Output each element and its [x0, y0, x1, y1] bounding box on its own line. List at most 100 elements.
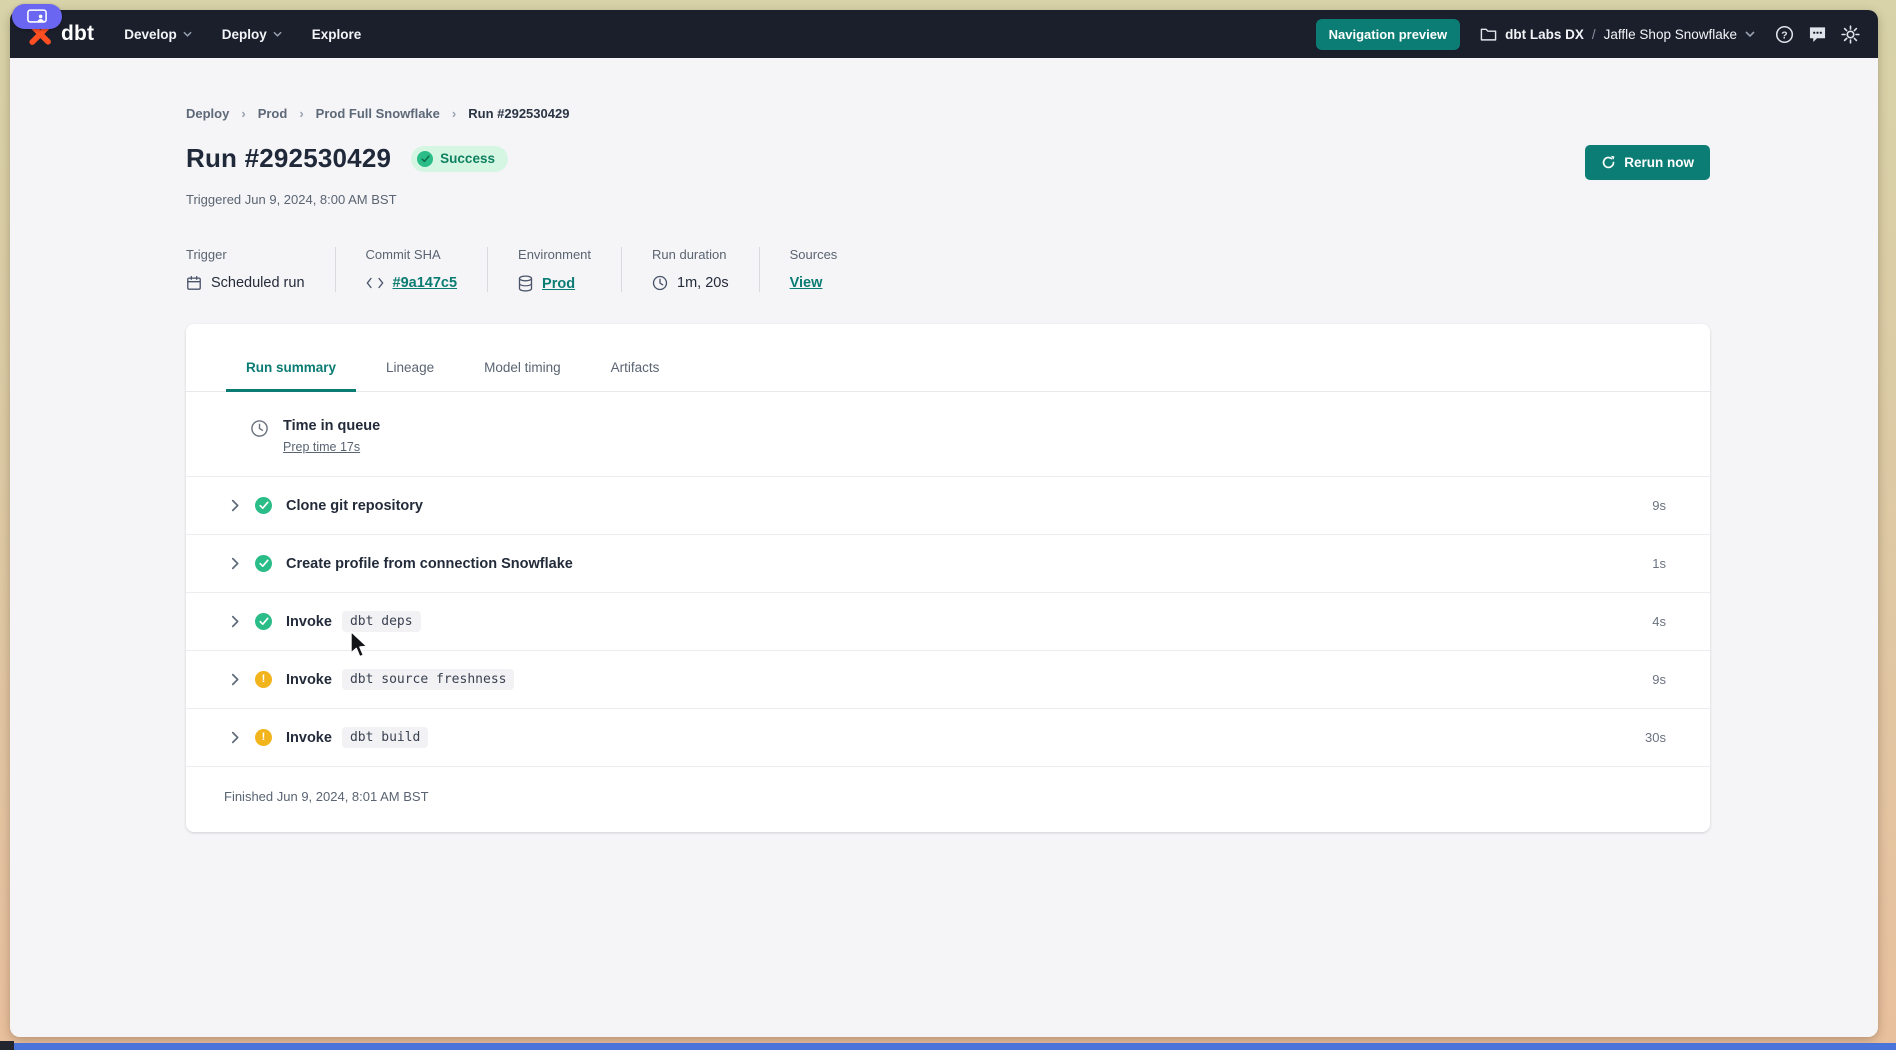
success-check-icon — [255, 555, 272, 572]
triggered-timestamp: Triggered Jun 9, 2024, 8:00 AM BST — [186, 192, 1710, 207]
run-step-row[interactable]: Clone git repository 9s — [186, 476, 1710, 534]
run-step-row[interactable]: Invoke dbt deps 4s — [186, 592, 1710, 650]
step-command-chip: dbt deps — [342, 611, 421, 632]
chevron-right-icon[interactable] — [231, 615, 240, 628]
steps-list: Clone git repository 9s Create profile fro… — [186, 476, 1710, 767]
meta-label: Run duration — [652, 247, 729, 262]
navbar-icons: ? — [1775, 25, 1860, 44]
step-duration: 4s — [1652, 614, 1666, 629]
tab-lineage[interactable]: Lineage — [366, 352, 454, 392]
nav-menu-label: Deploy — [222, 27, 267, 42]
status-badge: Success — [411, 146, 508, 172]
meta-run-duration: Run duration 1m, 20s — [652, 247, 760, 292]
navbar-right: Navigation preview dbt Labs DX / Jaffle … — [1316, 19, 1860, 50]
chevron-right-icon[interactable] — [231, 499, 240, 512]
meta-label: Trigger — [186, 247, 305, 262]
breadcrumb-separator: › — [241, 106, 245, 121]
rerun-now-label: Rerun now — [1624, 155, 1694, 170]
meta-commit-sha: Commit SHA #9a147c5 — [366, 247, 489, 292]
nav-menu-develop[interactable]: Develop — [124, 27, 192, 42]
top-navbar: dbt Develop Deploy Explore Navigation prev… — [10, 10, 1878, 58]
tab-artifacts[interactable]: Artifacts — [591, 352, 680, 392]
calendar-icon — [186, 275, 202, 291]
breadcrumb-item-deploy[interactable]: Deploy — [186, 106, 229, 121]
app-window: dbt Develop Deploy Explore Navigation prev… — [10, 10, 1878, 1037]
chevron-right-icon[interactable] — [231, 557, 240, 570]
account-separator: / — [1592, 27, 1596, 42]
frame-bottom-strip — [14, 1043, 1896, 1050]
chevron-right-icon[interactable] — [231, 731, 240, 744]
screen-share-badge[interactable] — [12, 4, 62, 29]
chevron-down-icon — [273, 31, 282, 37]
navigation-preview-button[interactable]: Navigation preview — [1316, 19, 1460, 50]
finished-timestamp: Finished Jun 9, 2024, 8:01 AM BST — [186, 767, 1710, 832]
folder-icon — [1480, 27, 1497, 42]
meta-label: Environment — [518, 247, 591, 262]
rerun-now-button[interactable]: Rerun now — [1585, 145, 1710, 180]
breadcrumb: Deploy›Prod›Prod Full Snowflake›Run #292… — [186, 106, 1710, 121]
dbt-logo-text: dbt — [61, 22, 94, 46]
breadcrumb-item-prod[interactable]: Prod — [258, 106, 288, 121]
run-summary-card: Run summaryLineageModel timingArtifacts … — [186, 324, 1710, 832]
step-command-chip: dbt build — [342, 727, 428, 748]
screen-share-icon — [27, 9, 47, 24]
svg-text:?: ? — [1781, 30, 1787, 41]
step-duration: 9s — [1652, 672, 1666, 687]
meta-sources: Sources View — [790, 247, 868, 292]
meta-trigger: Trigger Scheduled run — [186, 247, 336, 292]
clock-icon — [250, 419, 269, 456]
tab-run-summary[interactable]: Run summary — [226, 352, 356, 392]
time-in-queue-title: Time in queue — [283, 418, 380, 434]
sources-view-link[interactable]: View — [790, 275, 823, 291]
nav-menu-deploy[interactable]: Deploy — [222, 27, 282, 42]
run-meta-row: Trigger Scheduled run Commit SHA — [186, 247, 1710, 292]
environment-link[interactable]: Prod — [542, 276, 575, 292]
step-label: Clone git repository — [286, 498, 423, 514]
feedback-icon[interactable] — [1808, 26, 1827, 43]
breadcrumb-item-prod-full-snowflake[interactable]: Prod Full Snowflake — [316, 106, 440, 121]
account-name[interactable]: dbt Labs DX — [1505, 27, 1584, 42]
step-label: Create profile from connection Snowflake — [286, 556, 573, 572]
breadcrumb-separator: › — [452, 106, 456, 121]
warning-icon: ! — [255, 671, 272, 688]
run-step-row[interactable]: Create profile from connection Snowflake… — [186, 534, 1710, 592]
step-command-chip: dbt source freshness — [342, 669, 515, 690]
meta-label: Sources — [790, 247, 838, 262]
help-icon[interactable]: ? — [1775, 25, 1794, 44]
prep-time-link[interactable]: Prep time 17s — [283, 440, 360, 454]
time-in-queue-section: Time in queue Prep time 17s — [186, 392, 1710, 476]
run-tabs: Run summaryLineageModel timingArtifacts — [186, 324, 1710, 392]
refresh-icon — [1601, 155, 1616, 170]
step-label: Invoke — [286, 614, 332, 630]
success-check-icon — [255, 613, 272, 630]
account-project-switcher[interactable]: dbt Labs DX / Jaffle Shop Snowflake — [1480, 27, 1755, 42]
step-label: Invoke — [286, 730, 332, 746]
nav-menu-explore[interactable]: Explore — [312, 27, 362, 42]
step-label: Invoke — [286, 672, 332, 688]
code-icon — [366, 277, 384, 289]
success-check-icon — [255, 497, 272, 514]
run-step-row[interactable]: ! Invoke dbt source freshness 9s — [186, 650, 1710, 708]
chevron-right-icon[interactable] — [231, 673, 240, 686]
step-duration: 30s — [1645, 730, 1666, 745]
nav-menus: Develop Deploy Explore — [124, 27, 361, 42]
tab-model-timing[interactable]: Model timing — [464, 352, 581, 392]
breadcrumb-item-run-292530429: Run #292530429 — [468, 106, 569, 121]
success-check-icon — [417, 151, 433, 167]
run-step-row[interactable]: ! Invoke dbt build 30s — [186, 708, 1710, 766]
clock-icon — [652, 275, 668, 291]
warning-icon: ! — [255, 729, 272, 746]
page-title: Run #292530429 — [186, 143, 391, 174]
meta-environment: Environment Prod — [518, 247, 622, 292]
page-content: Deploy›Prod›Prod Full Snowflake›Run #292… — [10, 58, 1878, 1037]
commit-sha-link[interactable]: #9a147c5 — [393, 275, 458, 291]
nav-menu-label: Explore — [312, 27, 362, 42]
gear-icon[interactable] — [1841, 25, 1860, 44]
chevron-down-icon — [183, 31, 192, 37]
step-duration: 9s — [1652, 498, 1666, 513]
database-icon — [518, 275, 533, 292]
nav-menu-label: Develop — [124, 27, 177, 42]
step-duration: 1s — [1652, 556, 1666, 571]
project-name[interactable]: Jaffle Shop Snowflake — [1604, 27, 1737, 42]
frame-corner — [0, 1041, 14, 1050]
